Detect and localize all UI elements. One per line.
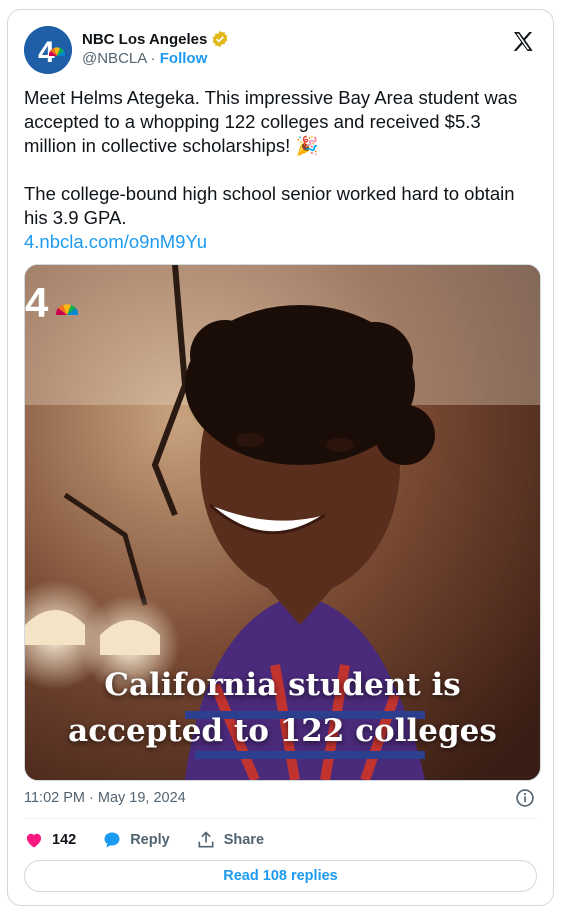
tweet-card: 4 NBC Los Angeles @NBCLA · Follow Meet H… <box>7 9 554 906</box>
tweet-body: Meet Helms Ategeka. This impressive Bay … <box>24 86 532 254</box>
verified-badge-icon <box>212 30 228 48</box>
tweet-media[interactable]: 4 California student is accepted to 122 … <box>24 264 541 781</box>
tweet-text-paragraph-1: Meet Helms Ategeka. This impressive Bay … <box>24 87 523 156</box>
divider <box>24 818 537 819</box>
reply-bubble-icon <box>104 832 120 848</box>
nbc-4-logo-icon: 4 <box>24 26 72 74</box>
action-bar: 142 Reply Share <box>24 828 290 852</box>
name-row: NBC Los Angeles <box>82 30 229 48</box>
account-name[interactable]: NBC Los Angeles <box>82 31 207 48</box>
caption-line-1: California student is <box>104 667 461 703</box>
caption-line-2: accepted to 122 colleges <box>68 713 497 749</box>
share-label: Share <box>223 832 265 848</box>
read-replies-button[interactable]: Read 108 replies <box>24 860 537 892</box>
media-caption: California student is accepted to 122 co… <box>25 662 540 754</box>
x-logo-icon[interactable] <box>511 30 535 54</box>
nbc-watermark-icon: 4 <box>25 281 79 325</box>
separator: · <box>150 50 156 67</box>
share-icon <box>198 831 214 848</box>
info-icon[interactable] <box>515 788 535 808</box>
tweet-link[interactable]: 4.nbcla.com/o9nM9Yu <box>24 231 207 252</box>
like-button[interactable]: 142 <box>24 830 76 850</box>
share-button[interactable]: Share <box>196 830 264 850</box>
follow-button[interactable]: Follow <box>160 50 208 67</box>
tweet-timestamp[interactable]: 11:02 PM · May 19, 2024 <box>24 790 186 806</box>
heart-icon <box>26 833 42 848</box>
reply-label: Reply <box>130 832 170 848</box>
tweet-text-paragraph-2: The college-bound high school senior wor… <box>24 183 520 228</box>
like-count: 142 <box>52 832 77 848</box>
reply-button[interactable]: Reply <box>102 830 170 850</box>
avatar[interactable]: 4 <box>24 26 72 74</box>
svg-text:4: 4 <box>25 281 49 325</box>
tweet-header: 4 NBC Los Angeles @NBCLA · Follow <box>24 26 537 74</box>
account-handle[interactable]: @NBCLA <box>82 50 146 67</box>
handle-row: @NBCLA · Follow <box>82 50 207 67</box>
